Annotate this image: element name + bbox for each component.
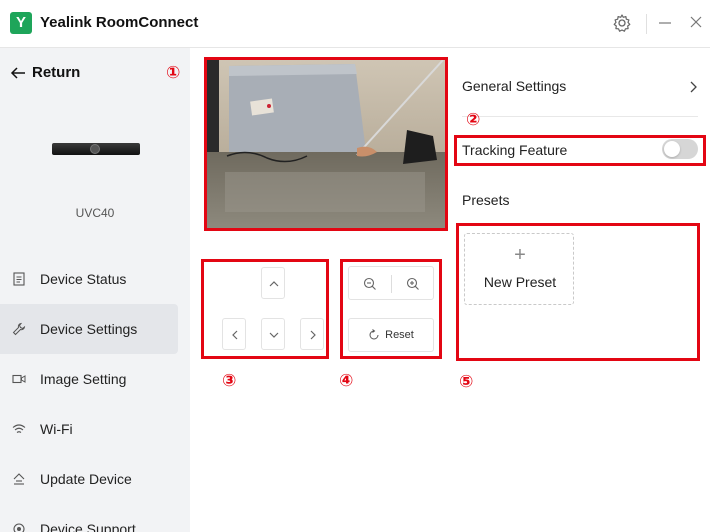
titlebar-divider (646, 14, 647, 34)
wifi-icon (12, 424, 26, 433)
support-icon (13, 523, 25, 532)
chevron-right-icon[interactable] (688, 80, 698, 94)
presets-heading: Presets (462, 192, 510, 208)
device-lens (90, 144, 100, 154)
return-button[interactable]: Return (10, 64, 80, 81)
sidebar-item-device-settings[interactable]: Device Settings (0, 304, 178, 354)
sidebar-item-label: Wi-Fi (40, 421, 73, 437)
pan-up-button[interactable] (261, 267, 285, 299)
reset-label: Reset (385, 329, 414, 341)
sidebar-item-label: Device Settings (40, 321, 138, 337)
chevron-down-icon (269, 332, 279, 338)
general-settings-label: General Settings (462, 78, 567, 94)
app-title: Yealink RoomConnect (40, 14, 199, 31)
pan-right-button[interactable] (300, 318, 324, 350)
arrow-left-icon (10, 66, 25, 79)
wrench-icon (12, 322, 26, 336)
sidebar-item-update-device[interactable]: Update Device (0, 454, 190, 504)
gear-icon[interactable] (612, 13, 632, 33)
pan-down-button[interactable] (261, 318, 285, 350)
zoom-out-icon[interactable] (362, 276, 378, 292)
new-preset-button[interactable]: + New Preset (464, 233, 574, 305)
plus-icon: + (514, 244, 526, 266)
general-settings-link[interactable]: General Settings (462, 78, 566, 94)
title-bar: Y Yealink RoomConnect (0, 0, 710, 48)
settings-divider (462, 116, 698, 117)
annotation-2: ② (466, 110, 481, 129)
sidebar: Return UVC40 Device Status Device Settin… (0, 48, 190, 532)
annotation-1: ① (166, 63, 181, 82)
sidebar-item-label: Image Setting (40, 371, 127, 387)
sidebar-item-device-status[interactable]: Device Status (0, 254, 190, 304)
annotation-5: ⑤ (459, 372, 474, 391)
sidebar-item-wifi[interactable]: Wi-Fi (0, 404, 190, 454)
close-icon[interactable] (688, 14, 704, 30)
reset-icon (369, 329, 379, 340)
chevron-left-icon (232, 330, 238, 340)
camera-preview-frame (204, 57, 448, 231)
camera-preview (207, 60, 445, 228)
chevron-right-icon (310, 330, 316, 340)
minimize-icon[interactable] (656, 14, 674, 32)
sidebar-item-label: Device Support (40, 521, 136, 532)
tracking-feature-toggle[interactable] (662, 139, 698, 159)
chevron-up-icon (269, 281, 279, 287)
annotation-4: ④ (339, 371, 354, 390)
pan-left-button[interactable] (222, 318, 246, 350)
toggle-knob (664, 141, 680, 157)
new-preset-label: New Preset (483, 274, 557, 290)
reset-button[interactable]: Reset (348, 318, 434, 352)
document-icon (13, 272, 25, 286)
sidebar-item-label: Update Device (40, 471, 132, 487)
tracking-feature-label: Tracking Feature (462, 142, 568, 158)
annotation-3: ③ (222, 371, 237, 390)
upload-icon (13, 473, 25, 485)
video-camera-icon (12, 374, 26, 384)
device-image (52, 143, 140, 155)
sidebar-item-image-setting[interactable]: Image Setting (0, 354, 190, 404)
zoom-controls (348, 266, 434, 300)
device-name: UVC40 (75, 206, 115, 220)
sidebar-item-label: Device Status (40, 271, 127, 287)
sidebar-item-device-support[interactable]: Device Support (0, 504, 190, 532)
zoom-in-icon[interactable] (405, 276, 421, 292)
app-logo: Y (10, 12, 32, 34)
return-label: Return (32, 64, 81, 81)
zoom-divider (391, 275, 392, 293)
